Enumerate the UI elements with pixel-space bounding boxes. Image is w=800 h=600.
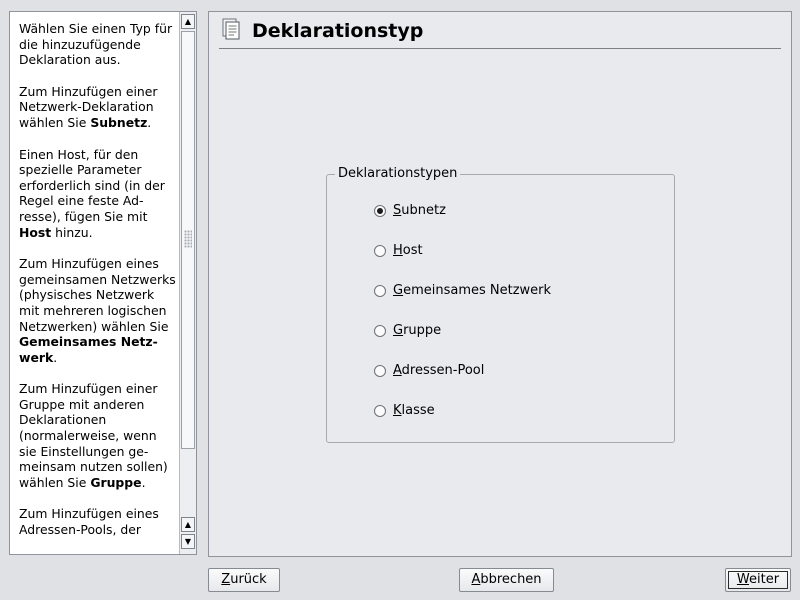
document-list-icon — [222, 18, 240, 40]
radio-label-text: emeinsames Netzwerk — [403, 283, 552, 298]
help-text-run: Zum Hinzufügen einer Gruppe mit anderen … — [19, 381, 168, 490]
back-button-mnemonic: Z — [221, 572, 231, 587]
scrollbar-thumb[interactable] — [181, 31, 195, 449]
declaration-types-group: Deklarationstypen Subnetz Host Gemeinsames… — [326, 166, 675, 443]
help-paragraph: Zum Hinzufügen einer Gruppe mit anderen … — [19, 381, 177, 490]
help-keyword: Gruppe — [90, 474, 142, 490]
radio-button[interactable] — [374, 365, 386, 377]
radio-label-mnemonic: K — [393, 403, 402, 418]
radio-label[interactable]: Klasse — [393, 403, 435, 419]
help-panel: Wählen Sie einen Typ für die hinzuzufüge… — [9, 11, 197, 555]
help-keyword: Subnetz — [90, 114, 148, 130]
radio-label[interactable]: Host — [393, 243, 423, 259]
abort-button[interactable]: Abbrechen — [459, 568, 554, 592]
radio-label-mnemonic: A — [393, 363, 402, 378]
radio-label-text: ubnetz — [401, 203, 446, 218]
page-title: Deklarationstyp — [252, 20, 424, 42]
scroll-up-button-bottom[interactable]: ▲ — [181, 517, 195, 532]
page-header: Deklarationstyp — [219, 16, 781, 49]
radio-button[interactable] — [374, 285, 386, 297]
help-scrollbar[interactable]: ▲ ▲ ▼ — [179, 12, 196, 554]
help-text-run: Einen Host, für den spezielle Parameter … — [19, 146, 165, 224]
help-text-run: hinzu. — [51, 224, 93, 240]
next-button-label: eiter — [749, 572, 780, 587]
next-button[interactable]: Weiter — [725, 568, 791, 592]
scrollbar-grip — [184, 230, 192, 248]
help-text: Wählen Sie einen Typ für die hinzuzufüge… — [19, 21, 177, 547]
help-paragraph: Wählen Sie einen Typ für die hinzuzufüge… — [19, 21, 177, 68]
radio-label-text: ost — [402, 243, 423, 258]
back-button[interactable]: Zurück — [208, 568, 280, 592]
help-paragraph: Einen Host, für den spezielle Parameter … — [19, 147, 177, 241]
radio-button-checked[interactable] — [374, 205, 386, 217]
group-title: Deklarationstypen — [335, 166, 461, 181]
back-button-label: urück — [230, 572, 267, 587]
radio-button[interactable] — [374, 405, 386, 417]
help-paragraph: Zum Hinzufügen einer Netzwerk-Deklaratio… — [19, 84, 177, 131]
scroll-up-button[interactable]: ▲ — [181, 14, 195, 29]
abort-button-label: bbrechen — [480, 572, 542, 587]
help-text-run: . — [147, 114, 152, 130]
radio-label-text: lasse — [401, 403, 435, 418]
help-text-run: Zum Hinzufügen eines gemeinsamen Netzwer… — [19, 256, 176, 334]
help-paragraph: Zum Hinzufügen eines gemeinsamen Netzwer… — [19, 256, 177, 365]
help-paragraph: Zum Hinzufügen eines Adressen-Pools, der — [19, 506, 177, 537]
help-text-run: . — [53, 349, 58, 365]
radio-label-text: ruppe — [403, 323, 442, 338]
radio-label-mnemonic: H — [393, 243, 403, 258]
radio-button[interactable] — [374, 325, 386, 337]
radio-label[interactable]: Subnetz — [393, 203, 446, 219]
radio-label-mnemonic: G — [393, 283, 404, 298]
next-button-mnemonic: W — [736, 572, 750, 587]
radio-label[interactable]: Gruppe — [393, 323, 441, 339]
radio-label-mnemonic: G — [393, 323, 404, 338]
main-panel: Deklarationstyp Deklarationstypen Subnet… — [208, 11, 792, 557]
radio-label-text: dressen-Pool — [401, 363, 485, 378]
radio-label[interactable]: Adressen-Pool — [393, 363, 484, 379]
scroll-down-button[interactable]: ▼ — [181, 534, 195, 549]
help-keyword: Gemeinsames Netz-werk — [19, 334, 158, 365]
help-text-run: . — [141, 474, 146, 490]
help-text-run: Wählen Sie einen Typ für die hinzuzufüge… — [19, 21, 173, 68]
help-keyword: Host — [19, 224, 52, 240]
radio-label[interactable]: Gemeinsames Netzwerk — [393, 283, 551, 299]
help-text-run: Zum Hinzufügen eines Adressen-Pools, der — [19, 506, 159, 538]
radio-button[interactable] — [374, 245, 386, 257]
